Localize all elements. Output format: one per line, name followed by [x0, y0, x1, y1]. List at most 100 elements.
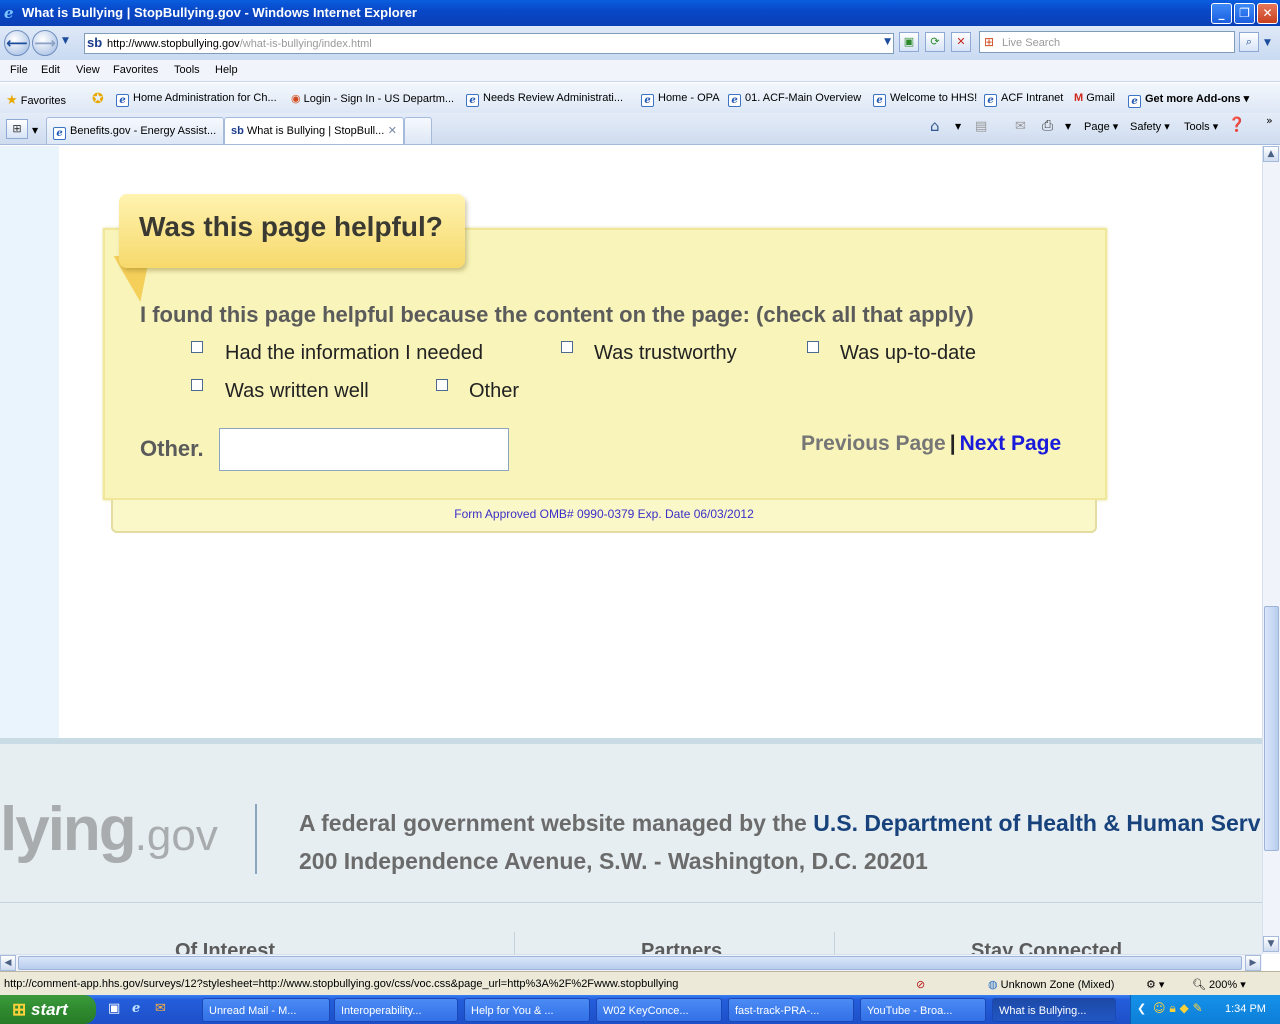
home-icon[interactable]: ⌂: [930, 117, 940, 135]
refresh-icon[interactable]: ⟳: [925, 32, 945, 52]
fav-link-acf-intranet[interactable]: e ACF Intranet: [984, 92, 1063, 107]
horizontal-scrollbar[interactable]: ◀ ▶: [0, 954, 1262, 971]
tab-benefits[interactable]: e Benefits.gov - Energy Assist...: [46, 117, 224, 144]
menu-file[interactable]: File: [10, 64, 28, 76]
scroll-right-arrow-icon[interactable]: ▶: [1245, 955, 1261, 971]
search-options-icon[interactable]: ▼: [1264, 38, 1271, 48]
vertical-scrollbar[interactable]: ▲ ▼: [1262, 146, 1280, 954]
taskbar-item[interactable]: Interoperability...: [334, 998, 458, 1022]
zoom-level[interactable]: 🔍︎ 200% ▾: [1192, 978, 1246, 991]
show-desktop-icon[interactable]: ▣: [108, 1001, 120, 1016]
read-mail-icon[interactable]: ✉: [1015, 119, 1026, 134]
quicklaunch-ie-icon[interactable]: e: [132, 1001, 140, 1016]
previous-page-link[interactable]: Previous Page: [801, 432, 946, 455]
add-favorite-icon[interactable]: ✪: [92, 90, 104, 107]
stop-icon[interactable]: ✕: [951, 32, 971, 52]
favorites-star-icon: ★: [6, 92, 18, 107]
close-tab-icon[interactable]: ✕: [388, 124, 397, 137]
hhs-link[interactable]: U.S. Department of Health & Human Servic…: [813, 810, 1262, 836]
task-label: Interoperability...: [341, 1005, 422, 1017]
horizontal-scroll-thumb[interactable]: [18, 956, 1242, 970]
fav-link-gmail[interactable]: M Gmail: [1074, 92, 1115, 104]
tools-menu[interactable]: Tools ▾: [1184, 120, 1218, 133]
quick-tabs-icon[interactable]: ⊞: [6, 119, 28, 139]
fav-label: Get more Add-ons: [1145, 93, 1241, 105]
pager-separator: |: [949, 432, 956, 455]
search-input[interactable]: ⊞ Live Search: [979, 31, 1235, 53]
popup-blocked-icon[interactable]: ⊘: [916, 978, 925, 991]
address-url: http://www.stopbullying.gov/what-is-bull…: [107, 38, 372, 50]
footer-col-stay-connected: Stay Connected: [971, 940, 1123, 954]
menu-edit[interactable]: Edit: [41, 64, 60, 76]
print-dropdown-icon[interactable]: ▼: [1065, 122, 1071, 131]
task-label: Help for You & ...: [471, 1005, 554, 1017]
clock: 1:34 PM: [1225, 1003, 1266, 1015]
menu-help[interactable]: Help: [215, 64, 238, 76]
task-label: fast-track-PRA-...: [735, 1005, 820, 1017]
vertical-scroll-thumb[interactable]: [1264, 606, 1279, 851]
fav-link-addons[interactable]: e Get more Add-ons ▾: [1128, 92, 1249, 108]
menu-favorites[interactable]: Favorites: [113, 64, 158, 76]
login-site-icon: ◉: [291, 93, 301, 105]
tray-expand-icon[interactable]: ❮: [1137, 1002, 1146, 1015]
page-content: Form Approved OMB# 0990-0379 Exp. Date 0…: [0, 146, 1262, 954]
scroll-left-arrow-icon[interactable]: ◀: [0, 955, 16, 971]
taskbar-item[interactable]: W02 KeyConce...: [596, 998, 722, 1022]
menu-tools[interactable]: Tools: [174, 64, 200, 76]
help-icon[interactable]: ❓: [1228, 117, 1245, 133]
zone-label: Unknown Zone (Mixed): [1000, 979, 1115, 991]
stopbullying-logo[interactable]: lying.gov: [0, 794, 218, 865]
checkbox-other[interactable]: [436, 379, 448, 391]
toolbar-overflow-icon[interactable]: »: [1266, 114, 1273, 127]
checkbox-had-information[interactable]: [191, 341, 203, 353]
fav-link-hhs[interactable]: e Welcome to HHS!: [873, 92, 977, 107]
next-page-link[interactable]: Next Page: [960, 432, 1062, 455]
history-dropdown-icon[interactable]: ▼: [62, 36, 69, 46]
protected-mode-icon[interactable]: ⚙ ▾: [1146, 978, 1164, 991]
fav-link-opa[interactable]: e Home - OPA: [641, 92, 720, 107]
security-zone[interactable]: ◍ Unknown Zone (Mixed): [988, 978, 1114, 991]
other-text-input[interactable]: [219, 428, 509, 471]
checkbox-up-to-date[interactable]: [807, 341, 819, 353]
scroll-down-arrow-icon[interactable]: ▼: [1263, 936, 1279, 952]
tab-bar: ⊞ ▼ e Benefits.gov - Energy Assist... sb …: [0, 113, 1280, 145]
taskbar: ⊞ start ▣ e ✉ Unread Mail - M... Interop…: [0, 995, 1280, 1024]
taskbar-item[interactable]: Unread Mail - M...: [202, 998, 330, 1022]
safety-menu[interactable]: Safety ▾: [1130, 120, 1170, 133]
checkbox-trustworthy[interactable]: [561, 341, 573, 353]
print-icon[interactable]: ⎙: [1042, 118, 1053, 134]
fav-link-acf-main[interactable]: e 01. ACF-Main Overview: [728, 92, 861, 107]
address-dropdown-icon[interactable]: ▼: [884, 37, 891, 47]
search-go-icon[interactable]: ⌕: [1239, 32, 1259, 52]
start-button[interactable]: ⊞ start: [0, 995, 96, 1024]
quicklaunch-mail-icon[interactable]: ✉: [155, 1001, 166, 1016]
favorites-button[interactable]: ★ Favorites: [6, 92, 66, 108]
tab-stopbullying[interactable]: sb What is Bullying | StopBull... ✕: [224, 117, 404, 144]
taskbar-item[interactable]: fast-track-PRA-...: [728, 998, 854, 1022]
taskbar-item[interactable]: Help for You & ...: [464, 998, 590, 1022]
address-input[interactable]: sb http://www.stopbullying.gov/what-is-b…: [84, 33, 894, 54]
new-tab-button[interactable]: [404, 117, 432, 144]
page-menu[interactable]: Page ▾: [1084, 120, 1118, 133]
tab-list-icon[interactable]: ▼: [32, 126, 38, 135]
feeds-icon[interactable]: ▤: [975, 119, 987, 134]
managed-by-text: A federal government website managed by …: [299, 810, 814, 836]
compatibility-view-icon[interactable]: ▣: [899, 32, 919, 52]
home-dropdown-icon[interactable]: ▼: [955, 122, 961, 131]
tray-app-icon[interactable]: ☺ 🔒︎ ◆ ✎: [1153, 1001, 1203, 1016]
menu-view[interactable]: View: [76, 64, 100, 76]
close-window-button[interactable]: ✕: [1257, 3, 1278, 24]
live-search-logo-icon: ⊞: [984, 35, 995, 49]
minimize-button[interactable]: _: [1211, 3, 1232, 24]
task-label: Unread Mail - M...: [209, 1005, 297, 1017]
fav-link-login[interactable]: ◉ Login - Sign In - US Departm...: [291, 92, 454, 105]
taskbar-item-active[interactable]: What is Bullying...: [992, 998, 1116, 1022]
maximize-button[interactable]: ❐: [1234, 3, 1255, 24]
taskbar-item[interactable]: YouTube - Broa...: [860, 998, 986, 1022]
fav-link-needs-review[interactable]: e Needs Review Administrati...: [466, 92, 623, 107]
checkbox-written-well[interactable]: [191, 379, 203, 391]
scroll-up-arrow-icon[interactable]: ▲: [1263, 146, 1279, 162]
forward-button[interactable]: ⟶: [32, 30, 58, 56]
fav-link-acf-home[interactable]: e Home Administration for Ch...: [116, 92, 277, 107]
back-button[interactable]: ⟵: [4, 30, 30, 56]
